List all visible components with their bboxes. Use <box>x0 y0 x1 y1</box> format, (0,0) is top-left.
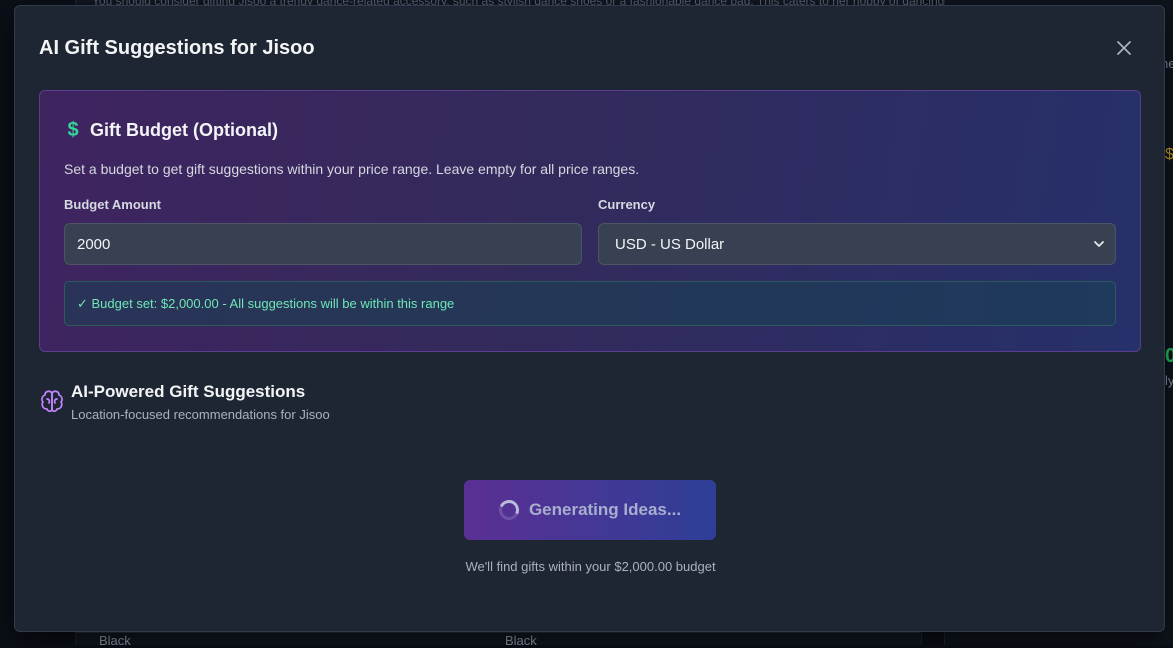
currency-selected-value: USD - US Dollar <box>615 235 725 253</box>
budget-amount-label: Budget Amount <box>64 197 161 212</box>
background-divider <box>75 632 920 633</box>
background-color-value: Black <box>505 633 537 648</box>
currency-select[interactable]: USD - US Dollar <box>598 223 1116 265</box>
generate-button-label: Generating Ideas... <box>528 500 682 519</box>
background-right-text: 0 <box>1165 345 1173 367</box>
generate-ideas-button[interactable]: Generating Ideas... <box>464 480 716 540</box>
dollar-icon: $ <box>67 119 79 141</box>
background-color-value: Black <box>99 633 131 648</box>
budget-heading: $ Gift Budget (Optional) <box>64 119 278 142</box>
background-right-text: $ <box>1165 146 1173 163</box>
currency-label: Currency <box>598 197 656 212</box>
modal-title: AI Gift Suggestions for Jisoo <box>39 37 315 59</box>
budget-title: Gift Budget (Optional) <box>90 120 278 140</box>
budget-card: $ Gift Budget (Optional) Set a budget to… <box>39 90 1141 352</box>
chevron-down-icon <box>1094 241 1104 247</box>
close-button[interactable] <box>1112 36 1136 60</box>
close-icon <box>1117 41 1131 55</box>
budget-status-message: ✓ Budget set: $2,000.00 - All suggestion… <box>64 281 1116 326</box>
budget-amount-input[interactable] <box>64 223 582 265</box>
background-right-text: ly <box>1165 373 1173 388</box>
budget-description: Set a budget to get gift suggestions wit… <box>64 161 640 177</box>
loading-spinner-icon <box>496 497 522 523</box>
budget-note: We'll find gifts within your $2,000.00 b… <box>465 559 716 574</box>
ai-section-subtitle: Location-focused recommendations for Jis… <box>71 407 330 422</box>
ai-section-title: AI-Powered Gift Suggestions <box>71 382 306 401</box>
gift-suggestions-modal: AI Gift Suggestions for Jisoo $ Gift Bud… <box>14 5 1165 632</box>
brain-icon <box>41 390 63 413</box>
